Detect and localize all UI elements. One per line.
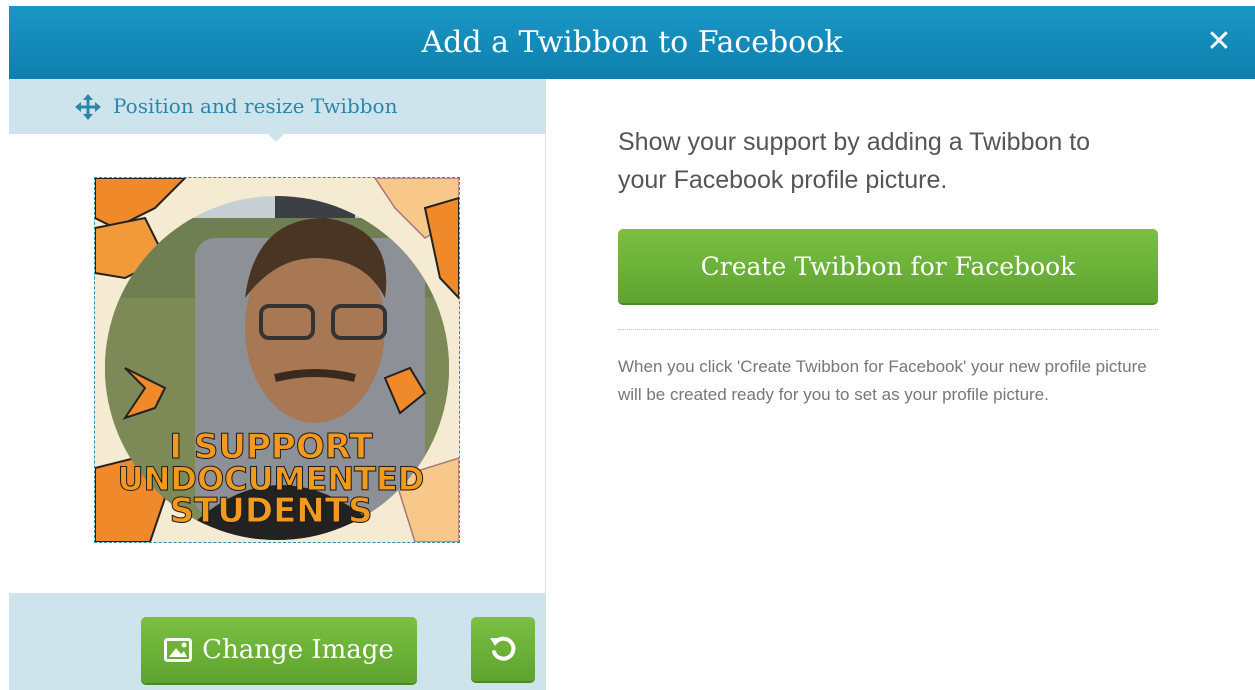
help-note: When you click 'Create Twibbon for Faceb… bbox=[618, 357, 1147, 404]
position-label: Position and resize Twibbon bbox=[113, 94, 398, 118]
close-icon[interactable]: ✕ bbox=[1201, 24, 1237, 60]
position-bar: Position and resize Twibbon bbox=[9, 79, 545, 142]
change-image-button[interactable]: Change Image bbox=[141, 617, 417, 683]
dialog-header: Add a Twibbon to Facebook ✕ bbox=[9, 6, 1255, 79]
profile-preview: I SUPPORT UNDOCUMENTED STUDENTS bbox=[95, 178, 459, 542]
banner-line-3: STUDENTS bbox=[170, 491, 373, 531]
twibbon-canvas[interactable]: I SUPPORT UNDOCUMENTED STUDENTS bbox=[94, 177, 460, 543]
editor-toolbar: Change Image bbox=[9, 593, 545, 690]
reset-button[interactable] bbox=[471, 617, 535, 681]
rotate-reset-icon bbox=[490, 636, 516, 661]
intro-text: Show your support by adding a Twibbon to… bbox=[618, 128, 1091, 194]
image-icon bbox=[164, 638, 193, 662]
pointer-arrow bbox=[267, 133, 285, 142]
create-twibbon-button[interactable]: Create Twibbon for Facebook bbox=[618, 229, 1158, 303]
editor-panel: Position and resize Twibbon I SUPPORT UN… bbox=[9, 79, 546, 690]
dialog-title: Add a Twibbon to Facebook bbox=[421, 25, 843, 60]
divider bbox=[618, 329, 1158, 330]
create-twibbon-label: Create Twibbon for Facebook bbox=[700, 251, 1076, 281]
move-arrows-icon bbox=[75, 94, 101, 120]
change-image-label: Change Image bbox=[202, 635, 394, 665]
